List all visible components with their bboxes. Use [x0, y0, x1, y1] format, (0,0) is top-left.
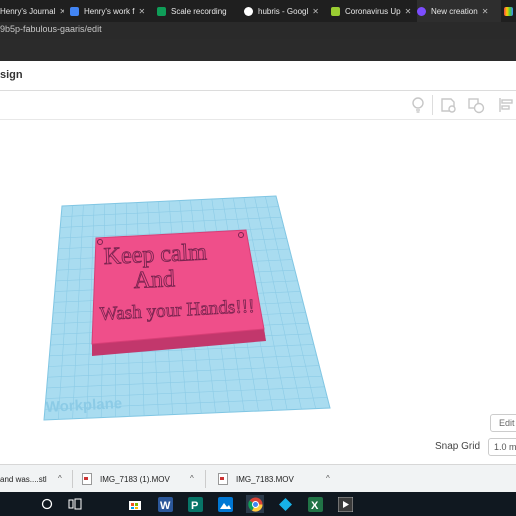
svg-text:W: W: [160, 500, 171, 512]
download-item[interactable]: IMG_7183.MOV: [218, 469, 294, 489]
svg-text:X: X: [311, 500, 319, 512]
close-icon[interactable]: ✕: [405, 7, 411, 16]
app-grid-icon: [504, 6, 513, 16]
excel-icon[interactable]: X: [306, 495, 324, 513]
address-bar[interactable]: 9b5p-fabulous-gaaris/edit: [0, 22, 516, 39]
tab-new-creation[interactable]: New creation ✕: [417, 0, 501, 22]
classroom-icon: [331, 6, 340, 16]
shapes-icon[interactable]: [466, 95, 486, 115]
notes-icon[interactable]: [438, 95, 458, 115]
align-icon[interactable]: [496, 95, 516, 115]
lightbulb-icon[interactable]: [408, 95, 428, 115]
store-icon[interactable]: [126, 495, 144, 513]
tab-overflow[interactable]: [504, 0, 516, 22]
sheets-icon: [157, 6, 166, 16]
media-icon[interactable]: [336, 495, 354, 513]
kodi-icon[interactable]: [276, 495, 294, 513]
download-label: and was....stl: [0, 474, 47, 484]
snap-grid-label: Snap Grid: [435, 441, 481, 452]
close-icon[interactable]: ✕: [138, 7, 145, 16]
chrome-icon[interactable]: [246, 495, 264, 513]
tab-henrys-work[interactable]: Henry's work f ✕: [70, 0, 150, 22]
tab-scale-recording[interactable]: Scale recording: [157, 0, 237, 22]
word-icon[interactable]: W: [156, 495, 174, 513]
sign-model[interactable]: Keep calm And Wash your Hands!!!: [91, 229, 266, 356]
task-view-icon[interactable]: [66, 495, 84, 513]
edit-grid-label: Edit: [499, 418, 515, 428]
tab-hubris[interactable]: hubris - Googl ✕: [244, 0, 324, 22]
tab-coronavirus[interactable]: Coronavirus Up ✕: [331, 0, 411, 22]
snap-grid-select[interactable]: 1.0 m: [488, 438, 516, 456]
snap-grid-value: 1.0 m: [494, 442, 516, 452]
close-icon[interactable]: ✕: [482, 7, 489, 16]
file-icon: [218, 473, 228, 485]
tab-label: New creation: [431, 6, 478, 16]
design-title[interactable]: sign: [0, 69, 23, 81]
windows-taskbar: W P X: [0, 492, 516, 516]
workplane-scene[interactable]: Workplane Keep calm And Wash your Hands!…: [0, 120, 516, 464]
editor-toolbar: [0, 91, 516, 120]
download-item[interactable]: and was....stl: [0, 469, 47, 489]
3d-viewport[interactable]: Workplane Keep calm And Wash your Hands!…: [0, 120, 516, 464]
bookmarks-bar: [0, 39, 516, 61]
toolbar-divider: [432, 95, 433, 115]
chevron-up-icon[interactable]: ^: [58, 474, 62, 483]
tab-label: Scale recording: [171, 6, 227, 16]
tab-label: Henry's Journal: [0, 6, 56, 16]
tab-henrys-journal[interactable]: Henry's Journal ✕: [0, 0, 64, 22]
download-label: IMG_7183 (1).MOV: [100, 474, 170, 484]
chevron-up-icon[interactable]: ^: [190, 474, 194, 483]
app-header: sign: [0, 61, 516, 91]
google-icon: [244, 6, 253, 16]
download-item[interactable]: IMG_7183 (1).MOV: [82, 469, 170, 489]
close-icon[interactable]: ✕: [59, 7, 64, 16]
photos-icon[interactable]: [216, 495, 234, 513]
sign-line-1: Keep calm: [103, 239, 208, 269]
url-text: 9b5p-fabulous-gaaris/edit: [0, 24, 102, 34]
close-icon[interactable]: ✕: [312, 7, 319, 16]
sign-line-2: And: [133, 266, 175, 294]
docs-icon: [70, 6, 79, 16]
chevron-up-icon[interactable]: ^: [326, 474, 330, 483]
tinkercad-icon: [417, 6, 426, 16]
browser-tab-bar: Henry's Journal ✕ Henry's work f ✕ Scale…: [0, 0, 516, 22]
publisher-icon[interactable]: P: [186, 495, 204, 513]
tab-label: hubris - Googl: [258, 6, 309, 16]
search-icon[interactable]: [38, 495, 56, 513]
file-icon: [82, 473, 92, 485]
download-label: IMG_7183.MOV: [236, 474, 294, 484]
svg-text:P: P: [191, 500, 198, 512]
tab-label: Henry's work f: [84, 6, 135, 16]
tab-label: Coronavirus Up: [345, 6, 401, 16]
downloads-bar: and was....stl ^ IMG_7183 (1).MOV ^ IMG_…: [0, 464, 516, 493]
divider: [205, 470, 206, 488]
edit-grid-button[interactable]: Edit: [490, 414, 516, 432]
divider: [72, 470, 73, 488]
